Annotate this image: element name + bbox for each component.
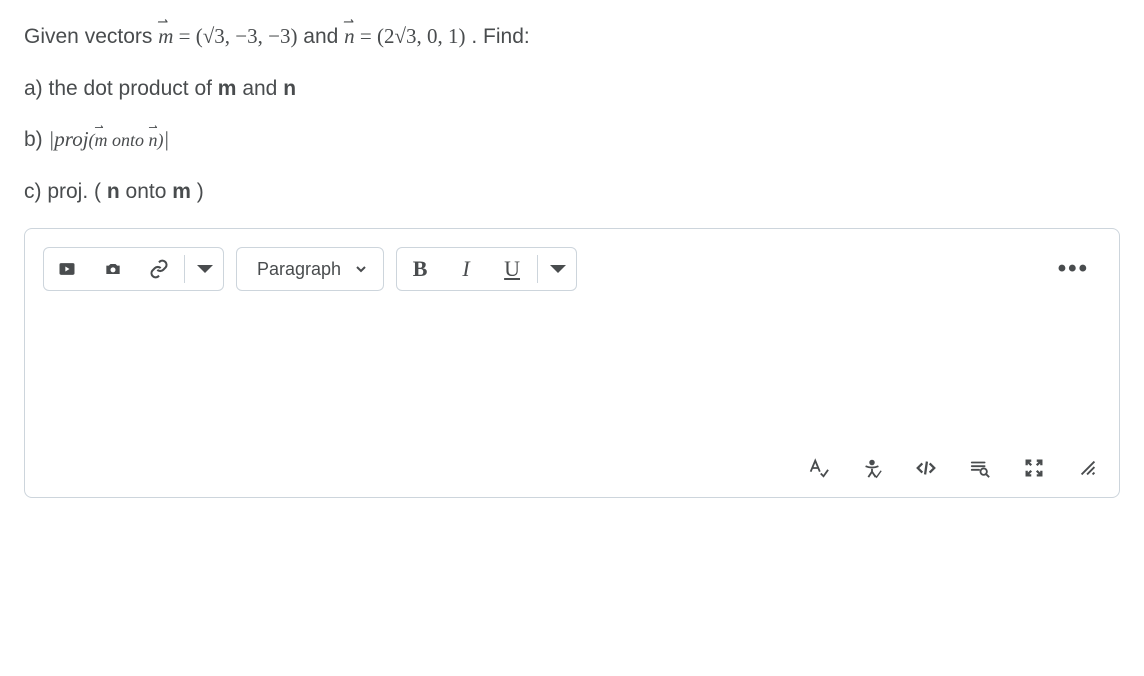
fullscreen-button[interactable] [1023, 457, 1045, 479]
part-b-prefix: b) [24, 128, 49, 151]
spellcheck-icon [807, 457, 829, 479]
more-button[interactable]: ••• [1046, 249, 1101, 289]
question-intro: Given vectors ⇀m = (√3, −3, −3) and ⇀n =… [24, 20, 1120, 54]
spellcheck-button[interactable] [807, 457, 829, 479]
part-a-n: n [283, 77, 296, 100]
part-a: a) the dot product of m and n [24, 72, 1120, 106]
camera-button[interactable] [90, 248, 136, 290]
intro-prefix: Given vectors [24, 25, 158, 48]
question-block: Given vectors ⇀m = (√3, −3, −3) and ⇀n =… [24, 20, 1120, 208]
intro-middle: and [303, 25, 344, 48]
part-c: c) proj. ( n onto m ) [24, 175, 1120, 209]
paragraph-selector[interactable]: Paragraph [236, 247, 384, 291]
code-button[interactable] [915, 457, 937, 479]
editor-toolbar: Paragraph B I U ••• [43, 247, 1101, 291]
caret-down-icon [195, 259, 215, 279]
preview-button[interactable] [969, 457, 991, 479]
part-c-prefix: c) proj. ( [24, 180, 101, 203]
format-dropdown[interactable] [540, 248, 576, 290]
editor-footer [43, 449, 1101, 479]
fullscreen-icon [1023, 457, 1045, 479]
camera-icon [103, 259, 123, 279]
caret-down-icon [548, 259, 568, 279]
media-group [43, 247, 224, 291]
code-icon [915, 457, 937, 479]
divider [184, 255, 185, 283]
editor-body[interactable] [43, 299, 1101, 449]
n-vector-expr: ⇀n = (2√3, 0, 1) [344, 24, 465, 48]
accessibility-icon [861, 457, 883, 479]
part-c-n: n [107, 180, 120, 203]
intro-suffix: . Find: [471, 25, 529, 48]
part-a-m: m [218, 77, 237, 100]
link-button[interactable] [136, 248, 182, 290]
bold-button[interactable]: B [397, 248, 443, 290]
rich-text-editor: Paragraph B I U ••• [24, 228, 1120, 498]
part-b: b) |proj(⇀m onto ⇀n)| [24, 123, 1120, 157]
format-group: B I U [396, 247, 577, 291]
paragraph-label: Paragraph [257, 259, 341, 280]
chevron-down-icon [355, 263, 367, 275]
part-c-middle: onto [126, 180, 173, 203]
video-icon [57, 259, 77, 279]
part-b-expr: |proj(⇀m onto ⇀n)| [49, 127, 170, 151]
m-vector-expr: ⇀m = (√3, −3, −3) [158, 24, 297, 48]
accessibility-button[interactable] [861, 457, 883, 479]
media-dropdown[interactable] [187, 248, 223, 290]
video-button[interactable] [44, 248, 90, 290]
italic-button[interactable]: I [443, 248, 489, 290]
link-icon [149, 259, 169, 279]
preview-icon [969, 457, 991, 479]
resize-icon [1077, 457, 1099, 479]
part-c-m: m [172, 180, 191, 203]
divider [537, 255, 538, 283]
part-a-prefix: a) the dot product of [24, 77, 218, 100]
resize-handle[interactable] [1077, 457, 1099, 479]
part-a-and: and [242, 77, 283, 100]
underline-button[interactable]: U [489, 248, 535, 290]
part-c-suffix: ) [197, 180, 204, 203]
